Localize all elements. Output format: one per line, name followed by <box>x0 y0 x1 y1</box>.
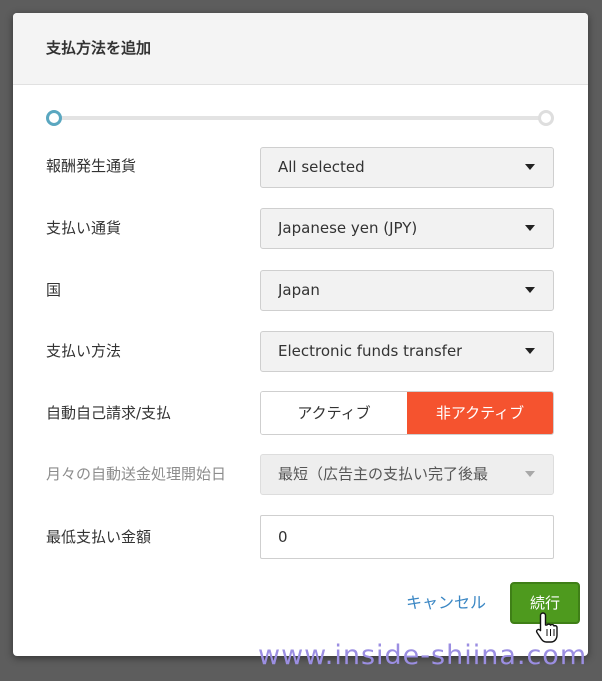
step-final-dot <box>538 110 554 126</box>
payment-method-select[interactable]: Electronic funds transfer <box>260 331 554 372</box>
progress-stepper <box>46 109 554 127</box>
dialog-header: 支払方法を追加 <box>13 13 588 85</box>
watermark-text: www.inside-shiina.com <box>258 640 588 671</box>
payment-method-label: 支払い方法 <box>46 342 122 360</box>
country-label: 国 <box>46 281 62 299</box>
chevron-down-icon <box>525 225 535 231</box>
payment-currency-label: 支払い通貨 <box>46 219 122 237</box>
auto-invoice-label: 自動自己請求/支払 <box>46 404 172 422</box>
payment-currency-value: Japanese yen (JPY) <box>278 219 418 237</box>
chevron-down-icon <box>525 471 535 477</box>
cancel-button[interactable]: キャンセル <box>406 589 486 613</box>
payment-method-value: Electronic funds transfer <box>278 342 463 360</box>
auto-transfer-start-select: 最短（広告主の支払い完了後最 <box>260 454 554 495</box>
minimum-amount-input[interactable]: 0 <box>260 515 554 559</box>
currency-generated-label: 報酬発生通貨 <box>46 157 137 175</box>
currency-generated-select[interactable]: All selected <box>260 147 554 188</box>
toggle-active-option[interactable]: アクティブ <box>261 392 407 434</box>
currency-generated-value: All selected <box>278 158 365 176</box>
payment-currency-select[interactable]: Japanese yen (JPY) <box>260 208 554 249</box>
chevron-down-icon <box>525 164 535 170</box>
toggle-inactive-option[interactable]: 非アクティブ <box>407 392 553 434</box>
stepper-track <box>54 116 546 120</box>
auto-invoice-toggle: アクティブ 非アクティブ <box>260 391 554 435</box>
auto-transfer-start-label: 月々の自動送金処理開始日 <box>46 465 227 483</box>
add-payment-method-dialog: 支払方法を追加 報酬発生通貨 All selected 支払い通貨 Japane… <box>13 13 588 656</box>
dialog-title: 支払方法を追加 <box>46 39 152 57</box>
step-current-dot <box>46 110 62 126</box>
chevron-down-icon <box>525 287 535 293</box>
auto-transfer-start-value: 最短（広告主の支払い完了後最 <box>278 465 489 483</box>
country-select[interactable]: Japan <box>260 270 554 311</box>
chevron-down-icon <box>525 348 535 354</box>
country-value: Japan <box>278 281 320 299</box>
minimum-amount-label: 最低支払い金額 <box>46 528 152 546</box>
